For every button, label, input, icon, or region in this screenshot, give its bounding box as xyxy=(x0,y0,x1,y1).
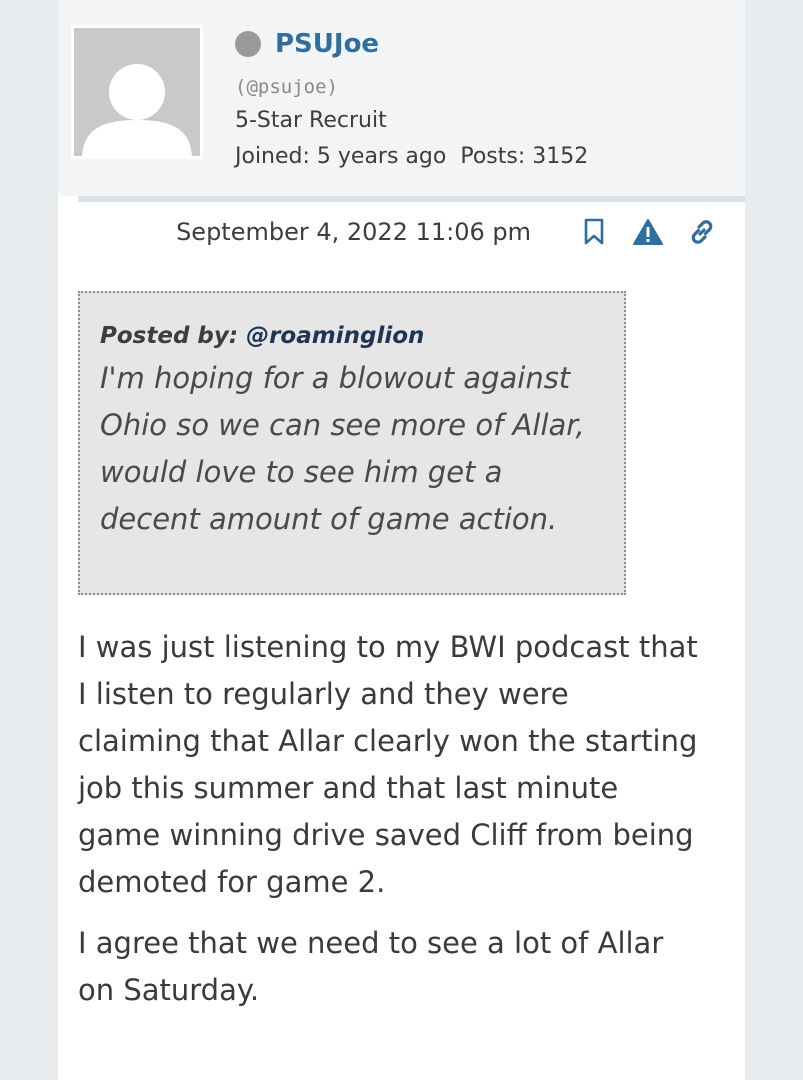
quote-author[interactable]: @roaminglion xyxy=(246,323,424,349)
default-user-avatar-icon xyxy=(74,28,200,156)
author-rank: 5-Star Recruit xyxy=(235,108,387,133)
author-handle: (@psujoe) xyxy=(235,76,338,98)
author-info: PSUJoe (@psujoe) 5-Star Recruit Joined: … xyxy=(235,24,588,169)
quote-block: Posted by: @roaminglion I'm hoping for a… xyxy=(78,291,626,595)
author-stats: Joined: 5 years ago Posts: 3152 xyxy=(235,144,588,169)
post-paragraph: I agree that we need to see a lot of All… xyxy=(78,926,664,1007)
header-divider xyxy=(78,196,745,202)
avatar[interactable] xyxy=(71,25,203,159)
bookmark-icon[interactable] xyxy=(579,217,609,247)
author-name[interactable]: PSUJoe xyxy=(275,29,379,59)
author-post-count: Posts: 3152 xyxy=(460,144,589,169)
link-icon[interactable] xyxy=(687,217,717,247)
author-name-row: PSUJoe xyxy=(235,24,588,64)
post-date: September 4, 2022 11:06 pm xyxy=(176,218,531,246)
author-joined: Joined: 5 years ago xyxy=(235,144,447,169)
post-meta: September 4, 2022 11:06 pm xyxy=(176,210,717,254)
warning-icon[interactable] xyxy=(633,217,663,247)
author-card: PSUJoe (@psujoe) 5-Star Recruit Joined: … xyxy=(58,0,745,196)
forum-post: PSUJoe (@psujoe) 5-Star Recruit Joined: … xyxy=(58,0,745,1080)
post-body: I was just listening to my BWI podcast t… xyxy=(78,624,698,1028)
quote-text: I'm hoping for a blowout against Ohio so… xyxy=(100,361,585,536)
online-status-icon xyxy=(235,31,261,57)
post-paragraph: I was just listening to my BWI podcast t… xyxy=(78,630,698,899)
quote-label: Posted by: xyxy=(100,323,239,349)
quote-attribution: Posted by: @roaminglion xyxy=(100,323,604,349)
